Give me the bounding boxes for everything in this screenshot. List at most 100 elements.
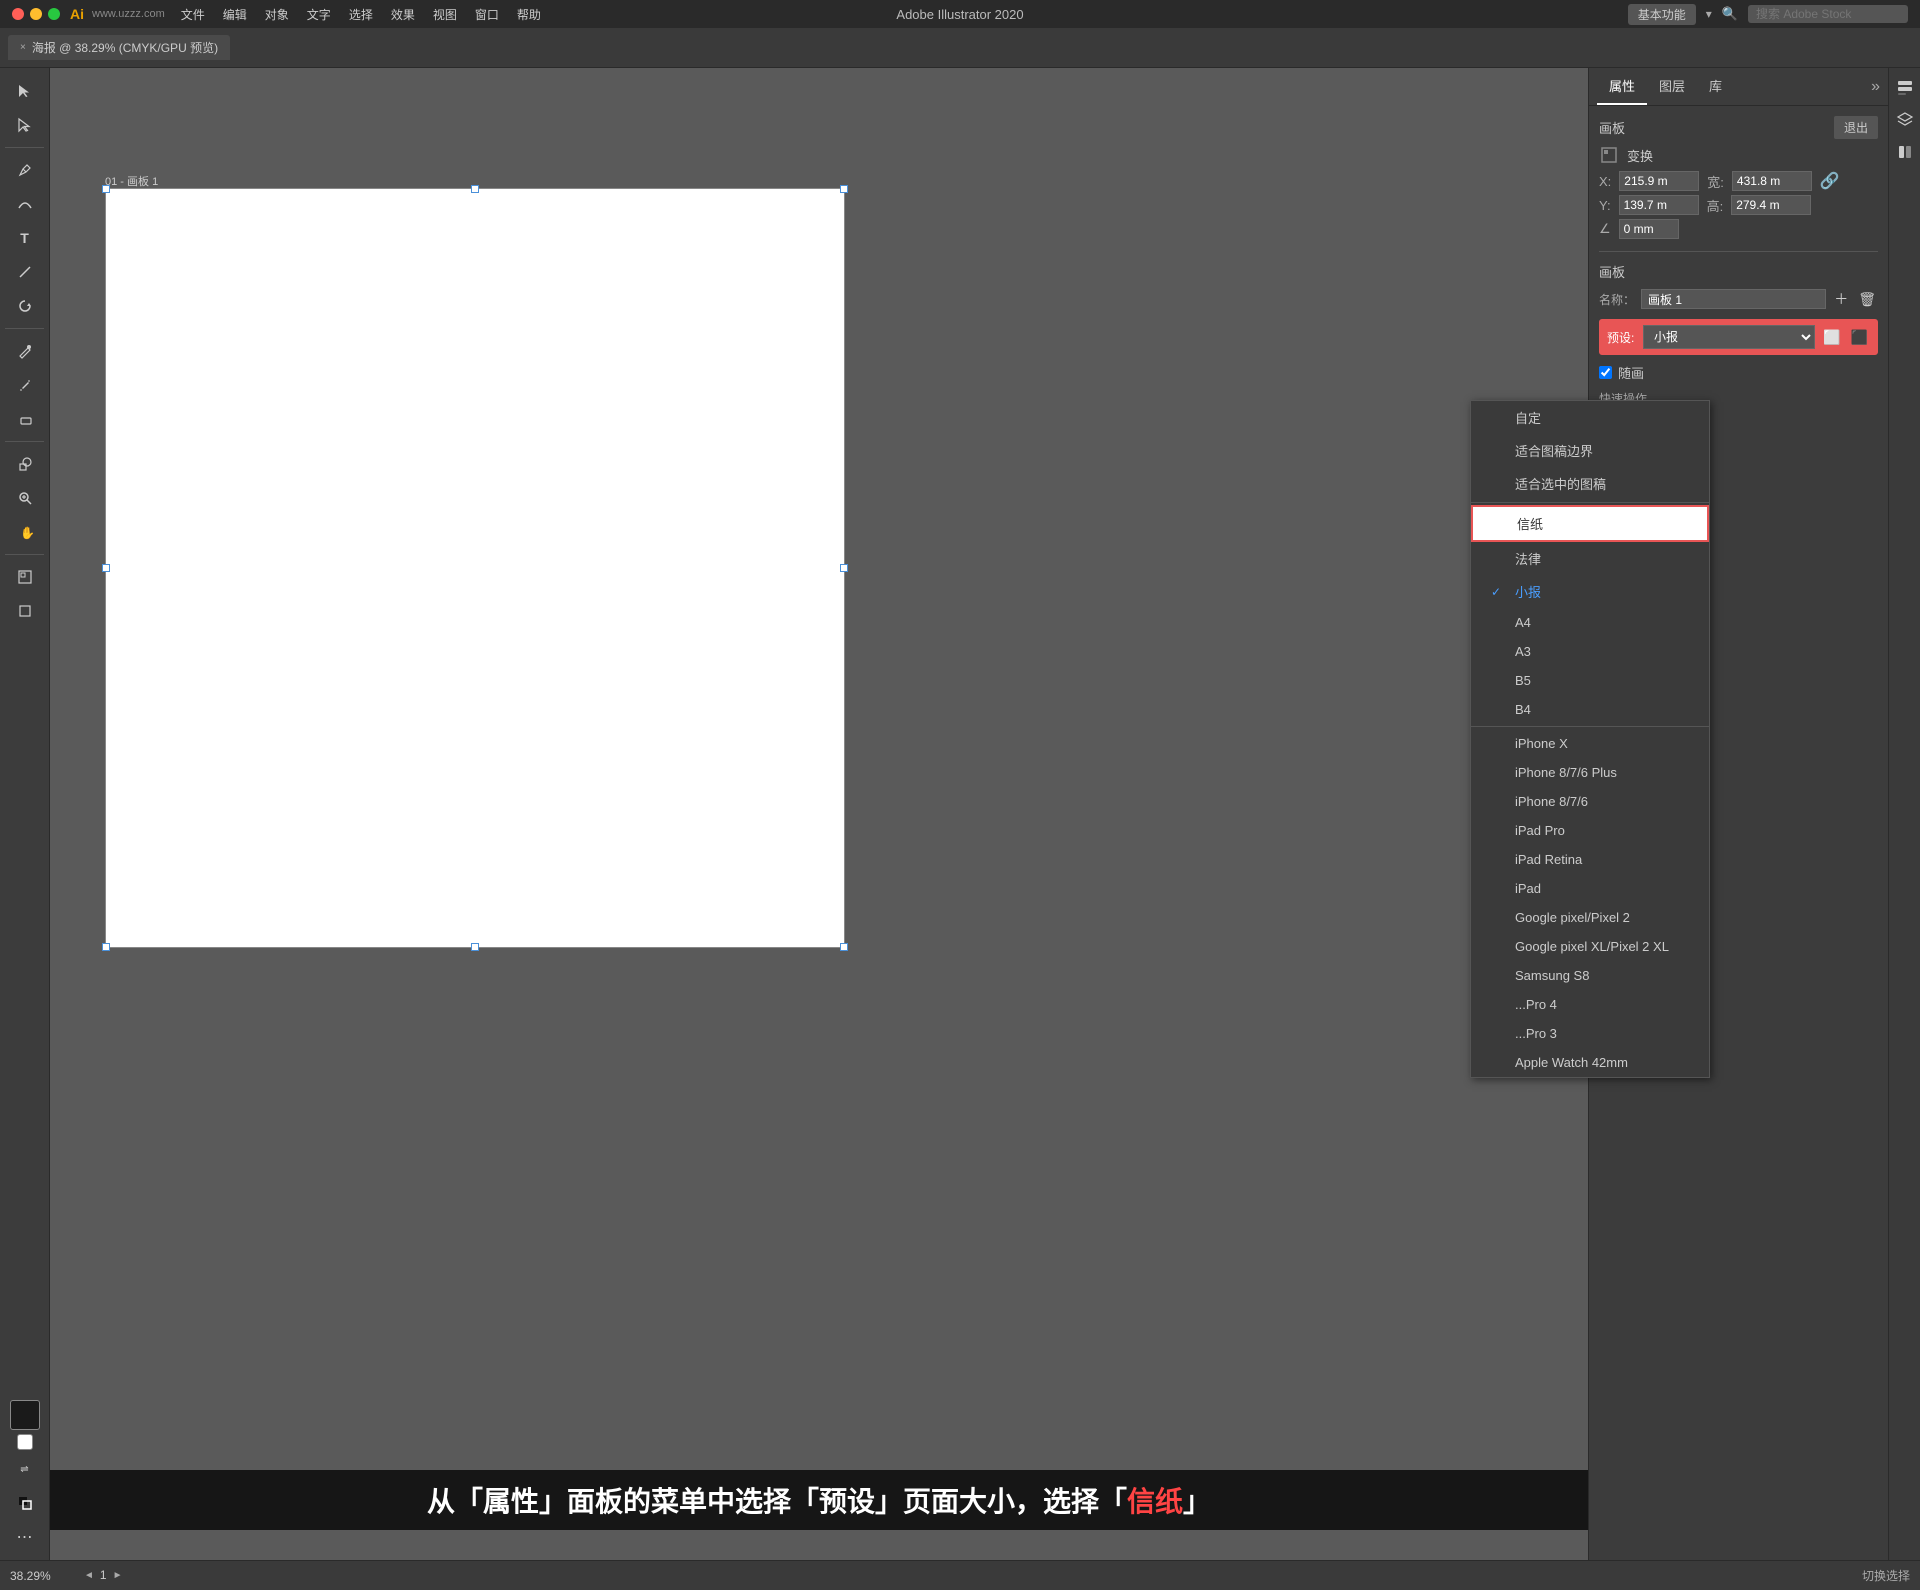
- dropdown-item-legal[interactable]: 法律: [1471, 542, 1709, 575]
- artboard-tool[interactable]: [10, 562, 40, 592]
- slice-tool[interactable]: [10, 596, 40, 626]
- dropdown-item-b5[interactable]: B5: [1471, 666, 1709, 695]
- minimize-traffic-light[interactable]: [30, 8, 42, 20]
- tab-library[interactable]: 库: [1697, 68, 1734, 105]
- preset-portrait-btn[interactable]: ⬛: [1849, 327, 1870, 348]
- dropdown-item-ipad-retina[interactable]: iPad Retina: [1471, 845, 1709, 874]
- handle-bc[interactable]: [471, 943, 479, 951]
- menu-window[interactable]: 窗口: [467, 4, 507, 25]
- properties-mini-btn[interactable]: [1893, 76, 1917, 100]
- eraser-tool[interactable]: [10, 404, 40, 434]
- tab-layers[interactable]: 图层: [1647, 68, 1697, 105]
- shape-builder-tool[interactable]: [10, 449, 40, 479]
- stroke-color[interactable]: [17, 1434, 33, 1450]
- type-tool[interactable]: T: [10, 223, 40, 253]
- menu-text[interactable]: 文字: [299, 4, 339, 25]
- tab-close-icon[interactable]: ×: [20, 42, 26, 53]
- page-next-btn[interactable]: ►: [109, 1568, 127, 1583]
- menu-effect[interactable]: 效果: [383, 4, 423, 25]
- rotate-tool[interactable]: [10, 291, 40, 321]
- dropdown-item-b4[interactable]: B4: [1471, 695, 1709, 724]
- zoom-tool[interactable]: [10, 483, 40, 513]
- direct-selection-tool[interactable]: [10, 110, 40, 140]
- dropdown-item-iphone876[interactable]: iPhone 8/7/6: [1471, 787, 1709, 816]
- delete-artboard-btn[interactable]: 🗑: [1856, 289, 1878, 310]
- handle-br[interactable]: [840, 943, 848, 951]
- width-input[interactable]: [1732, 171, 1812, 191]
- panel-more-button[interactable]: »: [1871, 78, 1880, 96]
- document-tab[interactable]: × 海报 @ 38.29% (CMYK/GPU 预览): [8, 35, 230, 60]
- artboard[interactable]: [105, 188, 845, 948]
- menu-select[interactable]: 选择: [341, 4, 381, 25]
- preset-dropdown[interactable]: 自定 适合图稿边界 适合选中的图稿 信纸 法律 ✓ 小报: [1470, 400, 1710, 1078]
- preset-select[interactable]: 小报: [1643, 325, 1815, 349]
- handle-tl[interactable]: [102, 185, 110, 193]
- check-tabloid: ✓: [1491, 585, 1507, 599]
- pencil-tool[interactable]: [10, 370, 40, 400]
- angle-label: ∠: [1599, 221, 1611, 237]
- layers-mini-btn[interactable]: [1893, 108, 1917, 132]
- app-title: Adobe Illustrator 2020: [896, 7, 1023, 22]
- dropdown-item-fit-artwork[interactable]: 适合图稿边界: [1471, 434, 1709, 467]
- handle-bl[interactable]: [102, 943, 110, 951]
- dropdown-item-ipadpro[interactable]: iPad Pro: [1471, 816, 1709, 845]
- exit-button[interactable]: 退出: [1834, 116, 1878, 139]
- dropdown-item-pro4[interactable]: ...Pro 4: [1471, 990, 1709, 1019]
- menu-file[interactable]: 文件: [173, 4, 213, 25]
- selection-tool[interactable]: [10, 76, 40, 106]
- height-input[interactable]: [1731, 195, 1811, 215]
- handle-tc[interactable]: [471, 185, 479, 193]
- dropdown-item-custom[interactable]: 自定: [1471, 401, 1709, 434]
- fill-color[interactable]: [10, 1400, 40, 1430]
- dropdown-item-applewatch[interactable]: Apple Watch 42mm: [1471, 1048, 1709, 1077]
- dropdown-item-fit-selection[interactable]: 适合选中的图稿: [1471, 467, 1709, 500]
- pan-tool[interactable]: ✋: [10, 517, 40, 547]
- pen-tool[interactable]: [10, 155, 40, 185]
- transform-header: 变换: [1599, 145, 1878, 165]
- random-checkbox[interactable]: [1599, 366, 1612, 379]
- menu-help[interactable]: 帮助: [509, 4, 549, 25]
- workspace-dropdown-icon[interactable]: ▾: [1706, 7, 1712, 21]
- workspace-button[interactable]: 基本功能: [1628, 4, 1696, 25]
- instruction-bar: 从「属性」面板的菜单中选择「预设」页面大小，选择「信纸」: [50, 1470, 1588, 1530]
- curvature-tool[interactable]: [10, 189, 40, 219]
- library-mini-btn[interactable]: [1893, 140, 1917, 164]
- dropdown-item-pro3[interactable]: ...Pro 3: [1471, 1019, 1709, 1048]
- dropdown-item-tabloid[interactable]: ✓ 小报: [1471, 575, 1709, 608]
- instruction-part3: 」: [1183, 1486, 1211, 1517]
- tab-properties[interactable]: 属性: [1597, 68, 1647, 105]
- panel-tabs: 属性 图层 库 »: [1589, 68, 1888, 106]
- dropdown-item-letter[interactable]: 信纸: [1471, 505, 1709, 542]
- line-tool[interactable]: [10, 257, 40, 287]
- handle-ml[interactable]: [102, 564, 110, 572]
- dropdown-item-iphonex[interactable]: iPhone X: [1471, 729, 1709, 758]
- handle-tr[interactable]: [840, 185, 848, 193]
- menu-edit[interactable]: 编辑: [215, 4, 255, 25]
- close-traffic-light[interactable]: [12, 8, 24, 20]
- y-input[interactable]: [1619, 195, 1699, 215]
- preset-landscape-btn[interactable]: ⬜: [1821, 327, 1842, 348]
- dropdown-item-a3[interactable]: A3: [1471, 637, 1709, 666]
- dropdown-item-a4[interactable]: A4: [1471, 608, 1709, 637]
- menu-object[interactable]: 对象: [257, 4, 297, 25]
- dropdown-item-samsungs8[interactable]: Samsung S8: [1471, 961, 1709, 990]
- default-colors[interactable]: [10, 1488, 40, 1518]
- link-proportions-icon[interactable]: 🔗: [1820, 171, 1840, 191]
- page-prev-btn[interactable]: ◄: [80, 1568, 98, 1583]
- angle-input[interactable]: [1619, 219, 1679, 239]
- dropdown-item-googlepixelxl[interactable]: Google pixel XL/Pixel 2 XL: [1471, 932, 1709, 961]
- more-tools[interactable]: ⋯: [10, 1522, 40, 1552]
- add-artboard-btn[interactable]: ＋: [1832, 287, 1850, 311]
- artboard-name-input[interactable]: [1641, 289, 1826, 309]
- dropdown-item-googlepixel[interactable]: Google pixel/Pixel 2: [1471, 903, 1709, 932]
- dropdown-label-ipad: iPad: [1515, 881, 1541, 896]
- stock-search-input[interactable]: [1748, 5, 1908, 23]
- menu-view[interactable]: 视图: [425, 4, 465, 25]
- fullscreen-traffic-light[interactable]: [48, 8, 60, 20]
- dropdown-item-ipad[interactable]: iPad: [1471, 874, 1709, 903]
- swap-colors[interactable]: ⇌: [10, 1454, 40, 1484]
- paintbrush-tool[interactable]: [10, 336, 40, 366]
- x-input[interactable]: [1619, 171, 1699, 191]
- dropdown-item-iphone876plus[interactable]: iPhone 8/7/6 Plus: [1471, 758, 1709, 787]
- handle-mr[interactable]: [840, 564, 848, 572]
